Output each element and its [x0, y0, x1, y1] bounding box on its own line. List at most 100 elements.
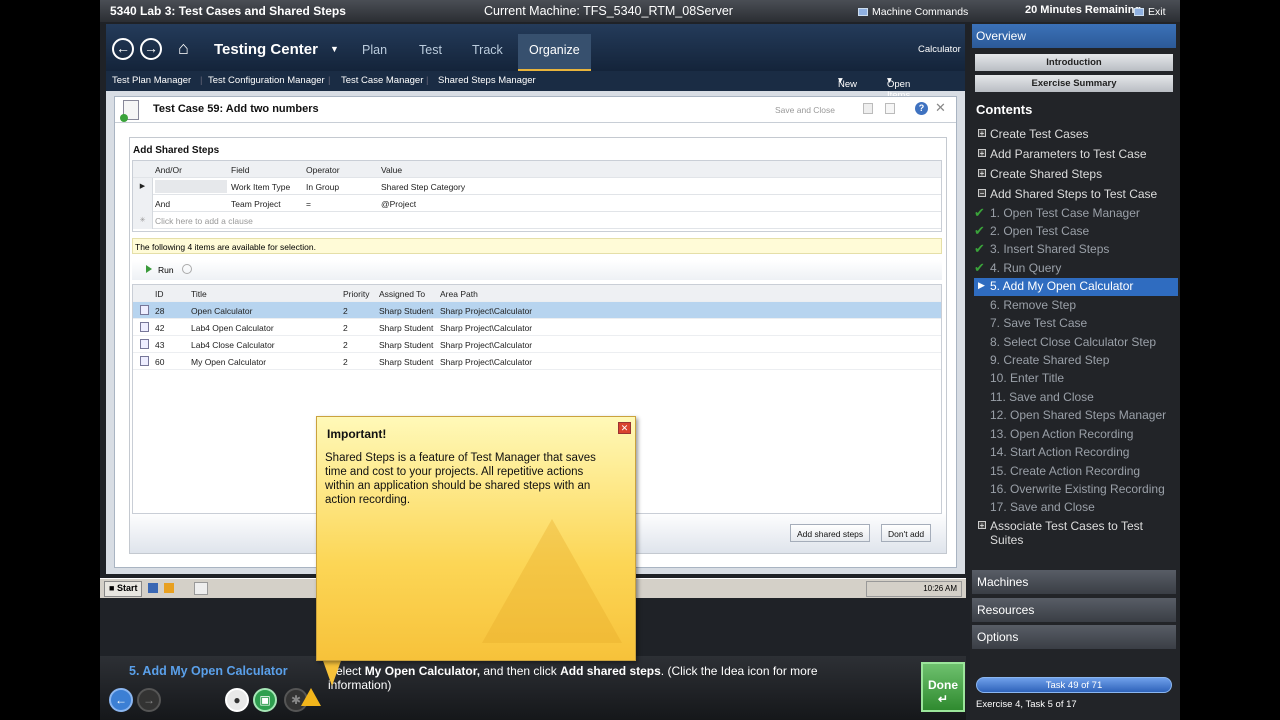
contents-item[interactable]: + Add Parameters to Test Case — [974, 146, 1178, 164]
next-step-icon[interactable]: → — [137, 688, 161, 712]
back-icon[interactable]: ← — [112, 38, 134, 60]
nav-test-plan-manager[interactable]: Test Plan Manager — [112, 75, 191, 86]
exit-button[interactable]: Exit — [1134, 6, 1166, 18]
taskbar-app-icon[interactable] — [194, 582, 208, 595]
contents-item[interactable]: + Create Test Cases — [974, 126, 1178, 144]
open-items-menu[interactable]: Open Items (4) ▾ — [887, 75, 910, 112]
table-row[interactable]: 28 Open Calculator 2 Sharp Student Sharp… — [133, 302, 941, 319]
options-section[interactable]: Options — [972, 625, 1176, 649]
contents-item[interactable]: ✔ 4. Run Query — [974, 260, 1178, 278]
machines-section[interactable]: Machines — [972, 570, 1176, 594]
contents-item[interactable]: + Associate Test Cases to Test Suites — [974, 518, 1178, 550]
save-icon[interactable] — [863, 103, 873, 114]
tab-test[interactable]: Test — [419, 43, 442, 57]
run-icon[interactable] — [146, 265, 152, 273]
idea-icon[interactable]: ● — [225, 688, 249, 712]
expand-icon[interactable]: + — [978, 521, 986, 530]
query-row[interactable]: ▶ Work Item Type In Group Shared Step Ca… — [133, 178, 941, 195]
help-icon[interactable]: ? — [915, 102, 928, 115]
contents-item[interactable]: + Create Shared Steps — [974, 166, 1178, 184]
value-cell[interactable]: Shared Step Category — [381, 182, 465, 192]
value-cell[interactable]: @Project — [381, 199, 416, 209]
new-menu[interactable]: New ▾ — [838, 75, 857, 90]
tab-organize[interactable]: Organize — [518, 34, 591, 71]
document-title-bar: Test Case 59: Add two numbers Save and C… — [115, 97, 956, 123]
andor-cell[interactable] — [155, 180, 227, 193]
start-button[interactable]: ■ Start — [104, 581, 143, 597]
exercise-summary-button[interactable]: Exercise Summary — [975, 75, 1173, 92]
field-cell[interactable]: Team Project — [231, 199, 281, 209]
dont-add-button[interactable]: Don't add — [881, 524, 932, 542]
tab-track[interactable]: Track — [472, 43, 503, 57]
expand-icon[interactable]: + — [978, 169, 986, 178]
contents-item[interactable]: 15. Create Action Recording — [974, 463, 1178, 481]
contents-item[interactable]: 9. Create Shared Step — [974, 352, 1178, 370]
exit-icon — [1134, 8, 1144, 16]
stop-icon[interactable] — [182, 264, 192, 274]
machine-commands-button[interactable]: Machine Commands — [858, 6, 968, 18]
introduction-button[interactable]: Introduction — [975, 54, 1173, 71]
time-remaining: 20 Minutes Remaining — [1025, 4, 1142, 16]
operator-cell[interactable]: In Group — [306, 182, 339, 192]
app-title[interactable]: Testing Center — [214, 41, 318, 58]
column-header-area[interactable]: Area Path — [440, 289, 478, 299]
column-header: Field — [231, 165, 250, 175]
nav-test-case-manager[interactable]: Test Case Manager — [341, 75, 423, 86]
desktop-icon[interactable] — [148, 583, 158, 593]
contents-item-label: 13. Open Action Recording — [990, 427, 1134, 441]
save-and-close-button[interactable]: Save and Close — [775, 105, 835, 115]
column-header-title[interactable]: Title — [191, 289, 207, 299]
chevron-down-icon[interactable]: ▼ — [330, 44, 339, 54]
column-header-priority[interactable]: Priority — [343, 289, 369, 299]
column-header-id[interactable]: ID — [155, 289, 164, 299]
contents-item[interactable]: − Add Shared Steps to Test Case — [974, 186, 1178, 204]
warning-icon[interactable] — [301, 688, 321, 706]
home-icon[interactable]: ⌂ — [178, 39, 198, 59]
contents-item[interactable]: ▶ 5. Add My Open Calculator — [974, 278, 1178, 296]
nav-test-configuration-manager[interactable]: Test Configuration Manager — [208, 75, 325, 86]
done-button[interactable]: Done ↵ — [921, 662, 965, 712]
contents-item[interactable]: ✔ 2. Open Test Case — [974, 223, 1178, 241]
close-icon[interactable]: ✕ — [618, 422, 631, 434]
table-row[interactable]: 43 Lab4 Close Calculator 2 Sharp Student… — [133, 336, 941, 353]
query-row[interactable]: And Team Project = @Project — [133, 195, 941, 212]
contents-item[interactable]: 6. Remove Step — [974, 297, 1178, 315]
contents-item[interactable]: 10. Enter Title — [974, 370, 1178, 388]
close-icon[interactable]: ✕ — [935, 100, 946, 116]
refresh-icon[interactable] — [885, 103, 895, 114]
warning-watermark-icon — [482, 519, 622, 643]
column-header-assigned[interactable]: Assigned To — [379, 289, 425, 299]
explorer-icon[interactable] — [164, 583, 174, 593]
contents-item[interactable]: 16. Overwrite Existing Recording — [974, 481, 1178, 499]
overview-header[interactable]: Overview — [972, 24, 1176, 48]
contents-item[interactable]: 12. Open Shared Steps Manager — [974, 407, 1178, 425]
camera-icon[interactable]: ▣ — [253, 688, 277, 712]
add-shared-steps-button[interactable]: Add shared steps — [790, 524, 871, 542]
priority-cell: 2 — [343, 323, 348, 333]
expand-icon[interactable]: + — [978, 129, 986, 138]
add-clause-link[interactable]: Click here to add a clause — [155, 216, 253, 226]
calculator-link[interactable]: Calculator — [918, 44, 961, 55]
table-row[interactable]: 42 Lab4 Open Calculator 2 Sharp Student … — [133, 319, 941, 336]
collapse-icon[interactable]: − — [978, 189, 986, 198]
contents-item[interactable]: ✔ 3. Insert Shared Steps — [974, 241, 1178, 259]
contents-item[interactable]: 14. Start Action Recording — [974, 444, 1178, 462]
field-cell[interactable]: Work Item Type — [231, 182, 290, 192]
contents-item[interactable]: ✔ 1. Open Test Case Manager — [974, 205, 1178, 223]
forward-icon[interactable]: → — [140, 38, 162, 60]
tab-plan[interactable]: Plan — [362, 43, 387, 57]
contents-item[interactable]: 17. Save and Close — [974, 499, 1178, 517]
expand-icon[interactable]: + — [978, 149, 986, 158]
table-row[interactable]: 60 My Open Calculator 2 Sharp Student Sh… — [133, 353, 941, 370]
contents-item[interactable]: 8. Select Close Calculator Step — [974, 334, 1178, 352]
operator-cell[interactable]: = — [306, 199, 311, 209]
contents-item[interactable]: 13. Open Action Recording — [974, 426, 1178, 444]
add-clause-row[interactable]: ✳ Click here to add a clause — [133, 212, 941, 229]
contents-item[interactable]: 11. Save and Close — [974, 389, 1178, 407]
resources-section[interactable]: Resources — [972, 598, 1176, 622]
nav-shared-steps-manager[interactable]: Shared Steps Manager — [438, 75, 536, 86]
previous-step-icon[interactable]: ← — [109, 688, 133, 712]
andor-cell[interactable]: And — [155, 199, 170, 209]
contents-item[interactable]: 7. Save Test Case — [974, 315, 1178, 333]
run-button[interactable]: Run — [158, 265, 174, 275]
